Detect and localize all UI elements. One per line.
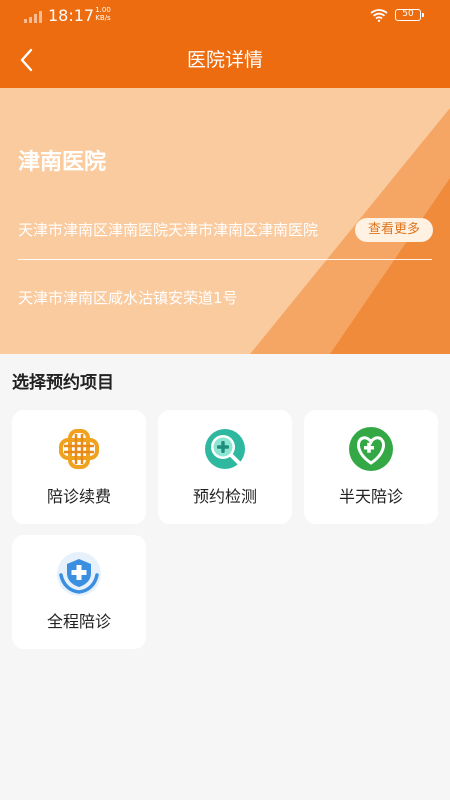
app-header: 18:17 1.00 KB/s 50 医院详情: [0, 0, 450, 88]
signal-icon: [24, 11, 42, 23]
hospital-info-card: 津南医院 天津市津南区津南医院天津市津南区津南医院 查看更多 天津市津南区咸水沽…: [0, 88, 450, 354]
status-time: 18:17: [48, 6, 95, 25]
page-title: 医院详情: [186, 49, 263, 71]
service-label: 预约检测: [192, 487, 257, 506]
service-label: 全程陪诊: [46, 612, 111, 631]
hospital-address: 天津市津南区咸水沽镇安荣道1号: [18, 289, 238, 307]
service-label: 陪诊续费: [46, 487, 111, 506]
hospital-name: 津南医院: [18, 150, 107, 175]
service-card-half-day[interactable]: 半天陪诊: [304, 410, 438, 524]
service-card-renewal[interactable]: 陪诊续费: [12, 410, 146, 524]
medical-search-icon: [205, 429, 245, 469]
service-label: 半天陪诊: [338, 487, 403, 506]
hands-cross-icon: [57, 552, 101, 596]
orange-knot-icon: [59, 429, 99, 469]
net-speed: 1.00 KB/s: [92, 6, 114, 22]
service-card-appointment-test[interactable]: 预约检测: [158, 410, 292, 524]
divider: [18, 259, 432, 260]
service-card-full-course[interactable]: 全程陪诊: [12, 535, 146, 649]
status-bar: 18:17 1.00 KB/s 50: [0, 0, 450, 32]
wifi-icon: [370, 9, 388, 22]
battery-icon: 50: [395, 9, 424, 21]
net-speed-value: 1.00: [95, 6, 111, 14]
heart-cross-icon: [349, 427, 393, 471]
view-more-button[interactable]: 查看更多: [355, 218, 433, 242]
hospital-description: 天津市津南区津南医院天津市津南区津南医院: [18, 221, 319, 239]
net-speed-unit: KB/s: [95, 14, 111, 22]
section-title: 选择预约项目: [12, 373, 114, 393]
